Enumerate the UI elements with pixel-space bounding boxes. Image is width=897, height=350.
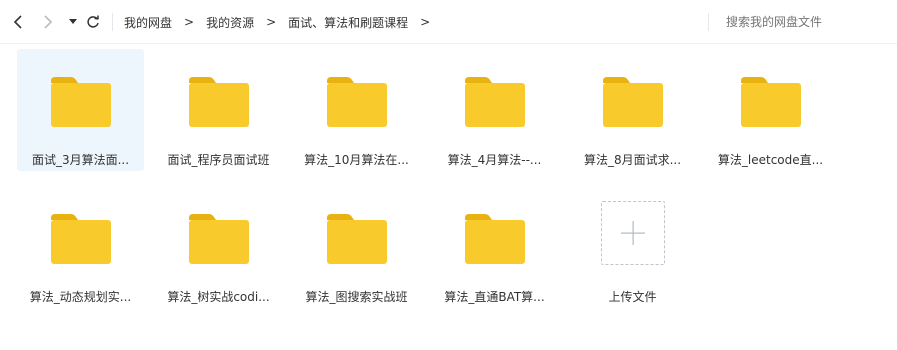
folder-name: 算法_leetcode直... — [717, 153, 824, 167]
breadcrumb-item-resources[interactable]: 我的资源 — [206, 14, 254, 31]
forward-button[interactable] — [38, 12, 58, 32]
folder-name: 面试_程序员面试班 — [167, 153, 270, 167]
folder-name: 算法_10月算法在... — [304, 153, 409, 167]
back-button[interactable] — [8, 12, 28, 32]
upload-dropzone[interactable] — [601, 201, 665, 265]
search-input[interactable] — [726, 13, 886, 31]
folder-item[interactable]: 算法_8月面试求... — [569, 49, 696, 171]
breadcrumb-item-current[interactable]: 面试、算法和刷题课程 — [288, 14, 408, 31]
search-divider — [708, 13, 709, 31]
folder-icon — [465, 77, 525, 127]
folder-item[interactable]: 算法_10月算法在... — [293, 49, 420, 171]
folder-name: 算法_8月面试求... — [583, 153, 682, 167]
folder-name: 算法_直通BAT算... — [444, 290, 545, 304]
chevron-right-icon — [44, 15, 53, 29]
toolbar-divider — [112, 13, 113, 31]
folder-icon — [327, 77, 387, 127]
breadcrumb-expand-arrow[interactable]: > — [420, 15, 430, 29]
breadcrumb-separator: > — [184, 15, 195, 29]
folder-item[interactable]: 算法_4月算法--... — [431, 49, 558, 171]
folder-icon — [465, 214, 525, 264]
folder-item[interactable]: 算法_树实战codi... — [155, 186, 282, 308]
chevron-left-icon — [13, 15, 22, 29]
folder-item[interactable]: 算法_动态规划实... — [17, 186, 144, 308]
breadcrumb: 我的网盘 > 我的资源 > 面试、算法和刷题课程 > — [124, 13, 442, 31]
folder-name: 面试_3月算法面... — [31, 153, 130, 167]
folder-item[interactable]: 面试_程序员面试班 — [155, 49, 282, 171]
breadcrumb-separator: > — [266, 15, 277, 29]
file-grid: 面试_3月算法面... 面试_程序员面试班 算法_10月算法在... 算法_4月… — [0, 44, 897, 350]
folder-icon — [741, 77, 801, 127]
folder-icon — [51, 214, 111, 264]
folder-item[interactable]: 算法_图搜索实战班 — [293, 186, 420, 308]
plus-icon — [621, 221, 645, 245]
folder-item[interactable]: 算法_直通BAT算... — [431, 186, 558, 308]
folder-name: 算法_树实战codi... — [167, 290, 270, 304]
folder-icon — [327, 214, 387, 264]
refresh-icon — [87, 15, 99, 28]
folder-icon — [603, 77, 663, 127]
folder-name: 算法_4月算法--... — [447, 153, 542, 167]
folder-icon — [189, 214, 249, 264]
upload-file-tile[interactable]: 上传文件 — [569, 186, 696, 308]
history-dropdown-button[interactable] — [63, 12, 83, 32]
folder-name: 算法_动态规划实... — [29, 290, 132, 304]
folder-item[interactable]: 算法_leetcode直... — [707, 49, 834, 171]
folder-item[interactable]: 面试_3月算法面... — [17, 49, 144, 171]
upload-label: 上传文件 — [608, 290, 657, 304]
refresh-button[interactable] — [83, 12, 103, 32]
folder-name: 算法_图搜索实战班 — [305, 290, 408, 304]
breadcrumb-item-root[interactable]: 我的网盘 — [124, 14, 172, 31]
caret-down-icon — [69, 19, 77, 24]
folder-icon — [189, 77, 249, 127]
toolbar: 我的网盘 > 我的资源 > 面试、算法和刷题课程 > — [0, 0, 897, 44]
folder-icon — [51, 77, 111, 127]
